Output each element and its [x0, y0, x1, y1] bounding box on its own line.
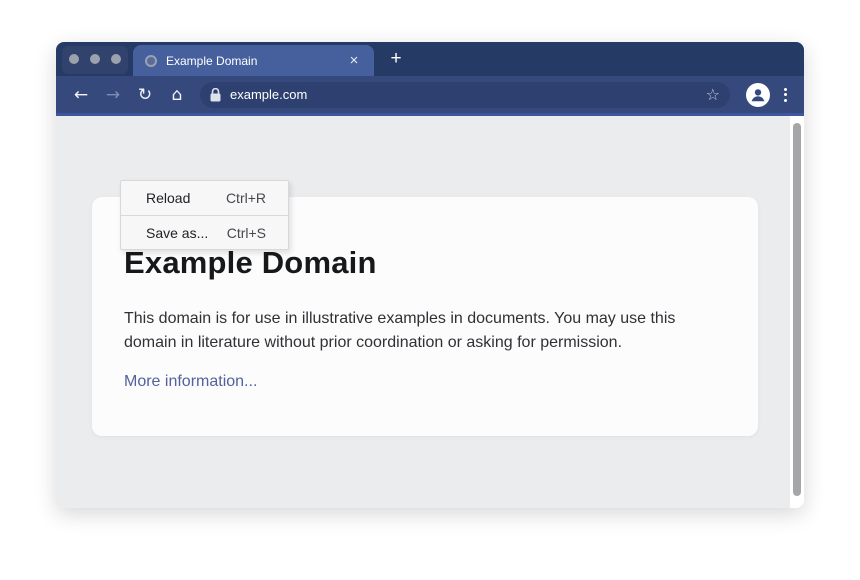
lock-icon	[210, 88, 221, 102]
menu-item-save-as[interactable]: Save as... Ctrl+S	[121, 215, 288, 249]
browser-toolbar: ← → ↻ ⌂ example.com ☆	[56, 76, 804, 113]
url-text: example.com	[230, 87, 307, 102]
home-icon[interactable]: ⌂	[166, 84, 188, 106]
tab-example-domain[interactable]: Example Domain ×	[133, 45, 374, 76]
menu-item-shortcut: Ctrl+R	[226, 190, 266, 206]
new-tab-button[interactable]: +	[383, 47, 409, 73]
menu-item-shortcut: Ctrl+S	[227, 225, 266, 241]
page-paragraph: This domain is for use in illustrative e…	[124, 307, 712, 355]
address-bar[interactable]: example.com ☆	[200, 82, 730, 108]
menu-item-label: Reload	[146, 190, 190, 206]
menu-kebab-icon[interactable]	[780, 85, 790, 105]
more-information-link[interactable]: More information...	[124, 373, 257, 391]
menu-item-reload[interactable]: Reload Ctrl+R	[121, 181, 288, 215]
window-zoom-button[interactable]	[111, 54, 121, 64]
globe-favicon-icon	[145, 55, 157, 67]
page-title: Example Domain	[124, 245, 726, 281]
window-minimize-button[interactable]	[90, 54, 100, 64]
tab-strip: Example Domain × +	[56, 42, 804, 76]
browser-window: Example Domain × + ← → ↻ ⌂ example.com ☆	[56, 42, 804, 508]
page-viewport: Example Domain This domain is for use in…	[56, 116, 804, 508]
menu-item-label: Save as...	[146, 225, 208, 241]
back-icon[interactable]: ←	[70, 84, 92, 106]
window-close-button[interactable]	[69, 54, 79, 64]
bookmark-star-icon[interactable]: ☆	[706, 86, 720, 104]
scrollbar-thumb[interactable]	[793, 123, 801, 496]
reload-icon[interactable]: ↻	[134, 84, 156, 106]
tab-title: Example Domain	[166, 54, 257, 68]
forward-icon[interactable]: →	[102, 84, 124, 106]
profile-avatar[interactable]	[746, 83, 770, 107]
context-menu: Reload Ctrl+R Save as... Ctrl+S	[120, 180, 289, 250]
tab-close-icon[interactable]: ×	[346, 53, 362, 69]
